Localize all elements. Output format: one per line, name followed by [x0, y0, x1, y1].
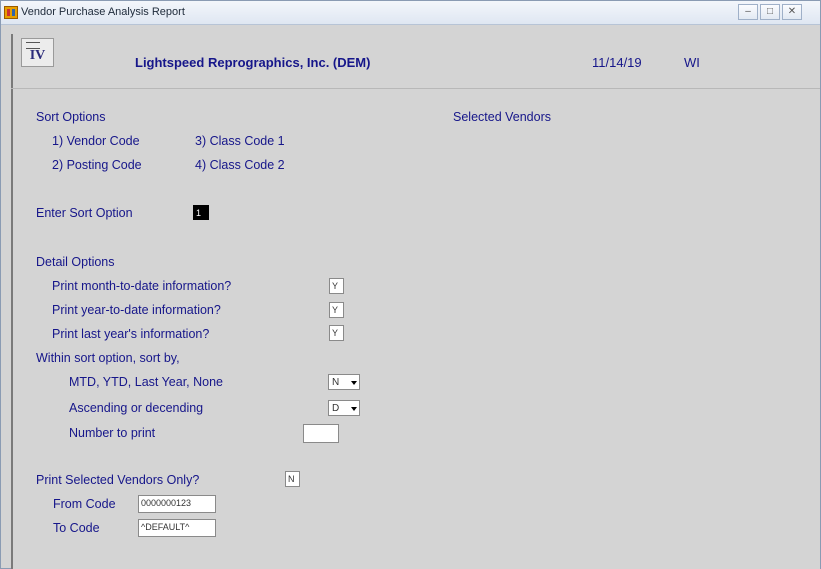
window-title: Vendor Purchase Analysis Report	[21, 6, 185, 18]
number-to-print-label: Number to print	[69, 426, 156, 440]
order-select[interactable]: D	[328, 400, 360, 416]
report-window: Vendor Purchase Analysis Report – □ ✕ IV…	[0, 0, 821, 569]
sort-by-value: N	[332, 377, 340, 388]
dropdown-arrow-icon[interactable]	[351, 381, 357, 385]
header-divider	[11, 88, 820, 89]
enter-sort-option-label: Enter Sort Option	[36, 206, 133, 220]
last-year-label: Print last year's information?	[52, 327, 210, 341]
number-to-print-field[interactable]	[303, 424, 339, 443]
sort-option-3: 3) Class Code 1	[195, 134, 285, 148]
company-name: Lightspeed Reprographics, Inc. (DEM)	[135, 55, 371, 70]
sort-options-heading: Sort Options	[36, 110, 106, 124]
selected-only-label: Print Selected Vendors Only?	[36, 473, 200, 487]
report-date: 11/14/19	[592, 55, 642, 70]
sort-by-select[interactable]: N	[328, 374, 360, 390]
title-bar: Vendor Purchase Analysis Report – □ ✕	[1, 1, 820, 25]
to-code-label: To Code	[53, 521, 100, 535]
from-code-field[interactable]: 0000000123	[138, 495, 216, 513]
selected-vendors-heading: Selected Vendors	[453, 110, 551, 124]
sort-option-1: 1) Vendor Code	[52, 134, 140, 148]
minimize-button[interactable]: –	[738, 4, 758, 20]
user-initials: WI	[684, 55, 700, 70]
dropdown-arrow-icon[interactable]	[351, 407, 357, 411]
within-sort-label: Within sort option, sort by,	[36, 351, 180, 365]
order-value: D	[332, 403, 340, 414]
order-label: Ascending or decending	[69, 401, 204, 415]
mtd-label: Print month-to-date information?	[52, 279, 232, 293]
ytd-label: Print year-to-date information?	[52, 303, 221, 317]
ytd-field[interactable]: Y	[329, 302, 344, 318]
sort-option-field[interactable]: 1	[193, 205, 209, 220]
close-button[interactable]: ✕	[782, 4, 802, 20]
sort-option-2: 2) Posting Code	[52, 158, 142, 172]
selected-only-field[interactable]: N	[285, 471, 300, 487]
maximize-button[interactable]: □	[760, 4, 780, 20]
product-logo: IV	[21, 38, 54, 67]
detail-options-heading: Detail Options	[36, 255, 115, 269]
from-code-label: From Code	[53, 497, 116, 511]
sort-by-label: MTD, YTD, Last Year, None	[69, 375, 224, 389]
app-icon	[4, 6, 18, 19]
sort-option-4: 4) Class Code 2	[195, 158, 285, 172]
last-year-field[interactable]: Y	[329, 325, 344, 341]
mtd-field[interactable]: Y	[329, 278, 344, 294]
to-code-field[interactable]: ^DEFAULT^	[138, 519, 216, 537]
form-area	[11, 34, 820, 569]
